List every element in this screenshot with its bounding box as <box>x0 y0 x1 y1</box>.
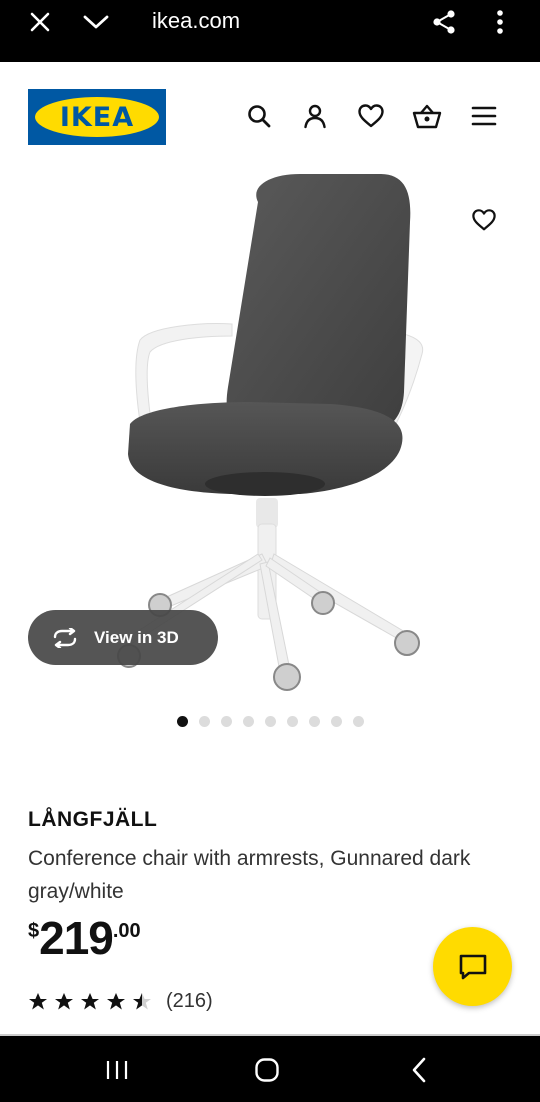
rotate-3d-icon <box>53 627 77 648</box>
view-in-3d-label: View in 3D <box>94 627 179 647</box>
system-nav-bar <box>0 1036 540 1102</box>
product-info: LÅNGFJÄLL Conference chair with armrests… <box>28 808 508 908</box>
share-icon[interactable] <box>424 0 464 44</box>
back-icon[interactable] <box>399 1050 439 1090</box>
product-description: Conference chair with armrests, Gunnared… <box>28 847 471 903</box>
gallery-dot[interactable] <box>286 716 298 727</box>
product-image-gallery[interactable]: View in 3D <box>0 162 540 707</box>
add-to-favorites-icon[interactable] <box>466 202 502 238</box>
gallery-pagination <box>0 716 540 736</box>
basket-icon[interactable] <box>409 98 445 134</box>
favorites-icon[interactable] <box>353 98 389 134</box>
account-icon[interactable] <box>297 98 333 134</box>
gallery-dot[interactable] <box>352 716 364 727</box>
star-icon <box>81 993 99 1010</box>
recent-apps-icon[interactable] <box>97 1050 137 1090</box>
view-in-3d-button[interactable]: View in 3D <box>28 610 218 665</box>
price-decimals: .00 <box>112 920 141 942</box>
search-icon[interactable] <box>241 98 277 134</box>
rating-count: (216) <box>166 990 213 1012</box>
browser-top-bar: ikea.com <box>0 0 540 62</box>
site-header: IKEA <box>0 62 540 162</box>
logo-text: IKEA <box>59 101 135 133</box>
menu-icon[interactable] <box>466 98 502 134</box>
gallery-dot[interactable] <box>242 716 254 727</box>
more-options-icon[interactable] <box>482 0 518 44</box>
chevron-down-icon[interactable] <box>76 0 116 44</box>
home-icon[interactable] <box>247 1050 287 1090</box>
rating-stars <box>28 992 152 1011</box>
gallery-dot[interactable] <box>220 716 232 727</box>
chat-button[interactable] <box>433 927 512 1006</box>
price-currency: $ <box>28 920 40 942</box>
gallery-dot[interactable] <box>308 716 320 727</box>
gallery-dot[interactable] <box>198 716 210 727</box>
close-icon[interactable] <box>20 0 60 44</box>
star-icon <box>29 993 47 1010</box>
product-price: $ 219 .00 <box>28 912 141 964</box>
product-name[interactable]: LÅNGFJÄLL <box>28 808 508 832</box>
gallery-dot[interactable] <box>330 716 342 727</box>
star-icon <box>107 993 125 1010</box>
gallery-dot[interactable] <box>264 716 276 727</box>
gallery-dot[interactable] <box>176 716 188 727</box>
chat-icon <box>459 954 486 979</box>
url-bar[interactable]: ikea.com <box>152 8 240 34</box>
product-rating[interactable]: (216) <box>28 990 213 1013</box>
price-integer: 219 <box>39 912 114 964</box>
star-icon <box>55 993 73 1010</box>
star-icon <box>133 993 151 1010</box>
ikea-logo[interactable]: IKEA <box>28 89 166 145</box>
logo-oval: IKEA <box>35 97 159 137</box>
